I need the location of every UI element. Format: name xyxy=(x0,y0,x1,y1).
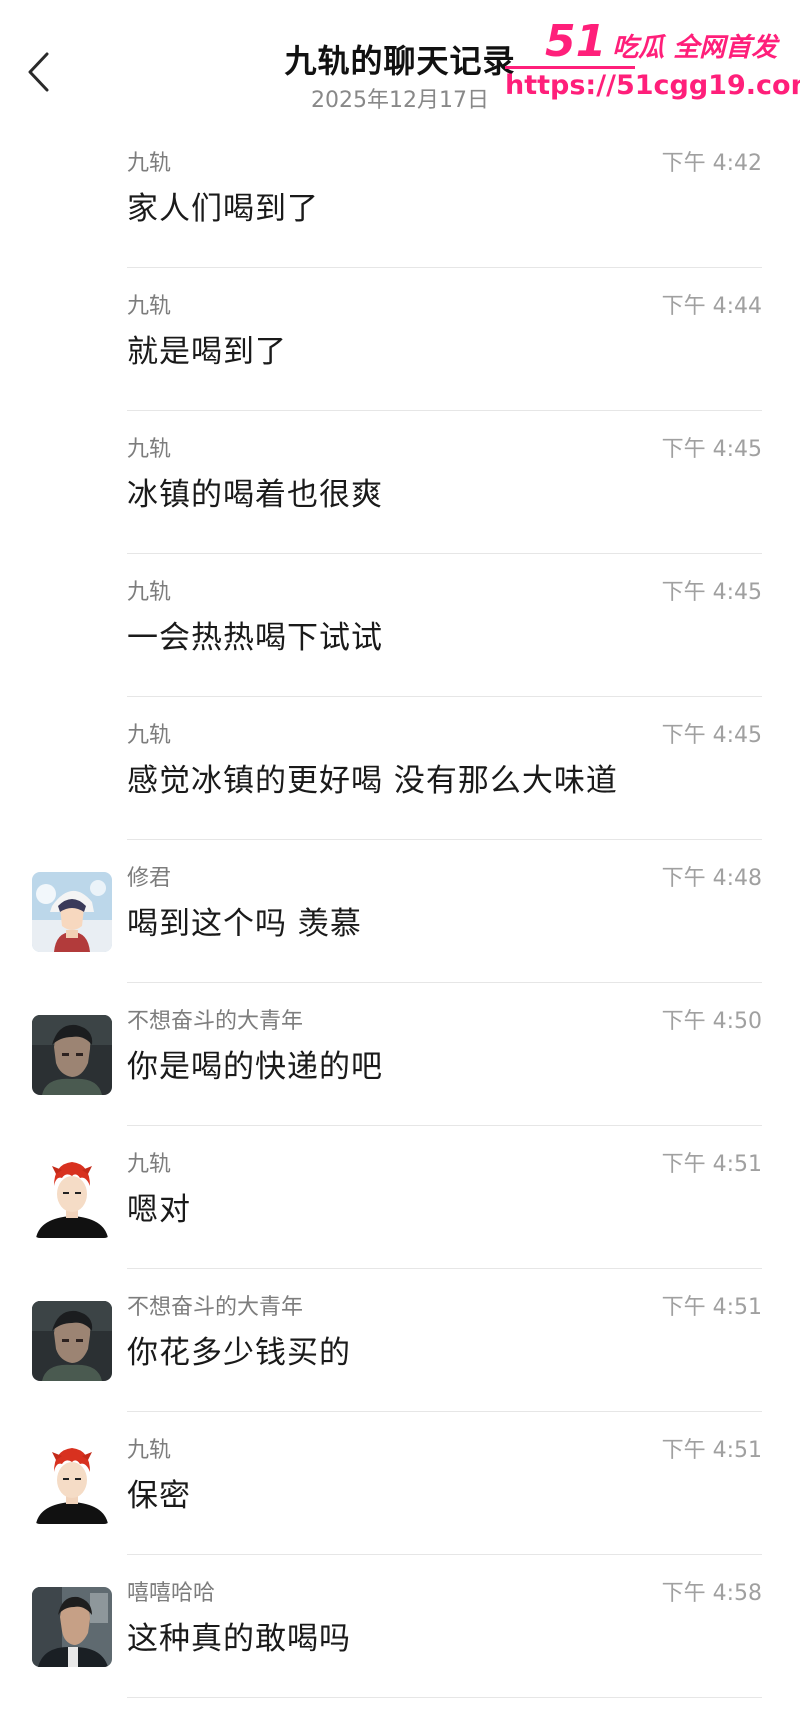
message-text: 你是喝的快递的吧 xyxy=(127,1049,383,1085)
red-hair-avatar[interactable] xyxy=(32,1158,112,1238)
page-date: 2025年12月17日 xyxy=(311,88,489,113)
message-time: 下午 4:45 xyxy=(661,723,762,748)
message-sender: 修君 xyxy=(127,866,172,891)
message-item[interactable]: 九轨 下午 4:45 感觉冰镇的更好喝 没有那么大味道 xyxy=(0,697,800,840)
message-time: 下午 4:44 xyxy=(661,294,762,319)
message-sender: 九轨 xyxy=(127,437,172,462)
message-time: 下午 4:51 xyxy=(661,1152,762,1177)
message-time: 下午 4:45 xyxy=(661,580,762,605)
message-item[interactable]: 九轨 下午 4:51 保密 xyxy=(0,1412,800,1555)
message-text: 家人们喝到了 xyxy=(127,191,319,227)
message-sender: 不想奋斗的大青年 xyxy=(127,1295,304,1320)
message-text: 保密 xyxy=(127,1478,191,1514)
message-sender: 九轨 xyxy=(127,294,172,319)
message-text: 冰镇的喝着也很爽 xyxy=(127,477,383,513)
message-sender: 不想奋斗的大青年 xyxy=(127,1009,304,1034)
message-text: 感觉冰镇的更好喝 没有那么大味道 xyxy=(127,763,618,799)
message-sender: 九轨 xyxy=(127,723,172,748)
message-time: 下午 4:50 xyxy=(661,1009,762,1034)
message-item[interactable]: 嘻嘻哈哈 下午 4:58 这种真的敢喝吗 xyxy=(0,1555,800,1698)
anime-boy-avatar[interactable] xyxy=(32,872,112,952)
message-time: 下午 4:51 xyxy=(661,1295,762,1320)
message-item[interactable]: 不想奋斗的大青年 下午 4:51 你花多少钱买的 xyxy=(0,1269,800,1412)
message-item[interactable]: 九轨 下午 4:51 嗯对 xyxy=(0,1126,800,1269)
message-item[interactable]: 修君 下午 4:48 喝到这个吗 羡慕 xyxy=(0,840,800,983)
page-title: 九轨的聊天记录 xyxy=(284,42,516,80)
message-time: 下午 4:58 xyxy=(661,1581,762,1606)
message-item[interactable]: 九轨 下午 4:44 就是喝到了 xyxy=(0,268,800,411)
message-sender: 九轨 xyxy=(127,1152,172,1177)
message-sender: 九轨 xyxy=(127,151,172,176)
message-text: 嗯对 xyxy=(127,1192,191,1228)
chat-history-header: 九轨的聊天记录 2025年12月17日 xyxy=(0,0,800,125)
message-text: 你花多少钱买的 xyxy=(127,1335,351,1371)
message-text: 就是喝到了 xyxy=(127,334,287,370)
message-list: 九轨 下午 4:42 家人们喝到了 九轨 下午 4:44 就是喝到了 九轨 下午… xyxy=(0,125,800,1718)
message-text: 这种真的敢喝吗 xyxy=(127,1621,351,1657)
message-sender: 嘻嘻哈哈 xyxy=(127,1581,216,1606)
message-time: 下午 4:48 xyxy=(661,866,762,891)
message-time: 下午 4:42 xyxy=(661,151,762,176)
message-sender: 九轨 xyxy=(127,580,172,605)
message-item[interactable]: 九轨 下午 4:45 一会热热喝下试试 xyxy=(0,554,800,697)
message-divider xyxy=(127,1697,762,1698)
photo-man-avatar[interactable] xyxy=(32,1587,112,1667)
red-hair-avatar[interactable] xyxy=(32,1444,112,1524)
message-item[interactable]: 不想奋斗的大青年 下午 4:50 你是喝的快递的吧 xyxy=(0,983,800,1126)
dark-portrait-avatar[interactable] xyxy=(32,1015,112,1095)
message-time: 下午 4:45 xyxy=(661,437,762,462)
dark-portrait-avatar[interactable] xyxy=(32,1301,112,1381)
message-time: 下午 4:51 xyxy=(661,1438,762,1463)
message-item[interactable]: 九轨 下午 4:42 家人们喝到了 xyxy=(0,125,800,268)
message-item[interactable]: 九轨 下午 4:45 冰镇的喝着也很爽 xyxy=(0,411,800,554)
message-text: 喝到这个吗 羡慕 xyxy=(127,906,362,942)
message-text: 一会热热喝下试试 xyxy=(127,620,383,656)
message-sender: 九轨 xyxy=(127,1438,172,1463)
